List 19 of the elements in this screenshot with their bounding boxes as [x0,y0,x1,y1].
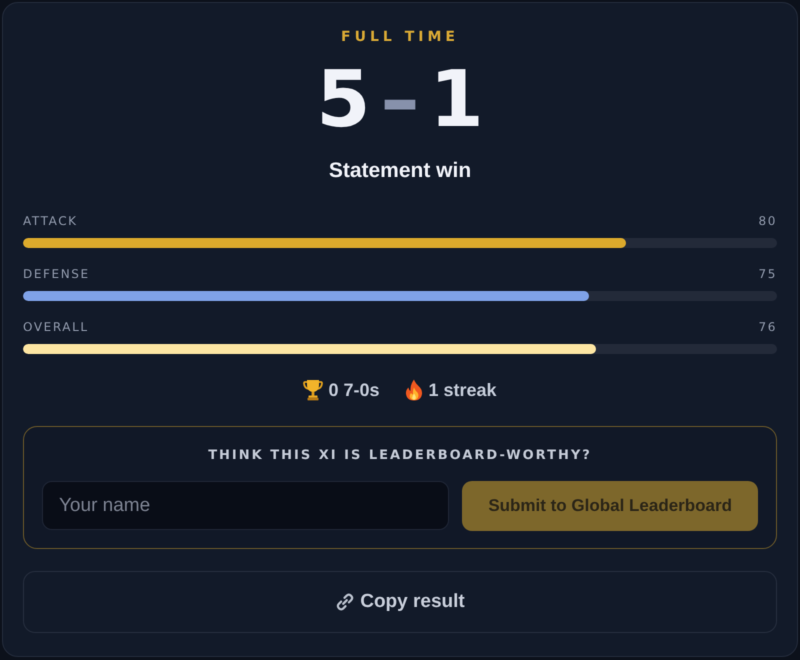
flame-icon [405,379,424,401]
record-text: 0 7-0s [328,379,380,402]
home-score: 5 [316,55,370,145]
stat-label: DEFENSE [23,266,90,282]
stat-value: 80 [758,213,777,229]
result-verdict: Statement win [328,158,472,184]
name-input[interactable]: Your name [42,481,450,530]
stat-label: ATTACK [23,213,78,229]
copy-result-button[interactable]: Copy result [23,571,777,633]
stat-value: 75 [758,266,777,282]
leaderboard-prompt: THINK THIS XI IS LEADERBOARD-WORTHY? [208,447,592,465]
away-score: 1 [430,55,484,145]
link-icon [335,592,356,612]
trophy-icon [303,379,324,401]
score-separator: – [380,55,420,145]
match-status: FULL TIME [341,28,459,47]
record-text: 1 streak [428,379,497,402]
stat-value: 76 [758,319,777,335]
stat-label: OVERALL [23,319,89,335]
